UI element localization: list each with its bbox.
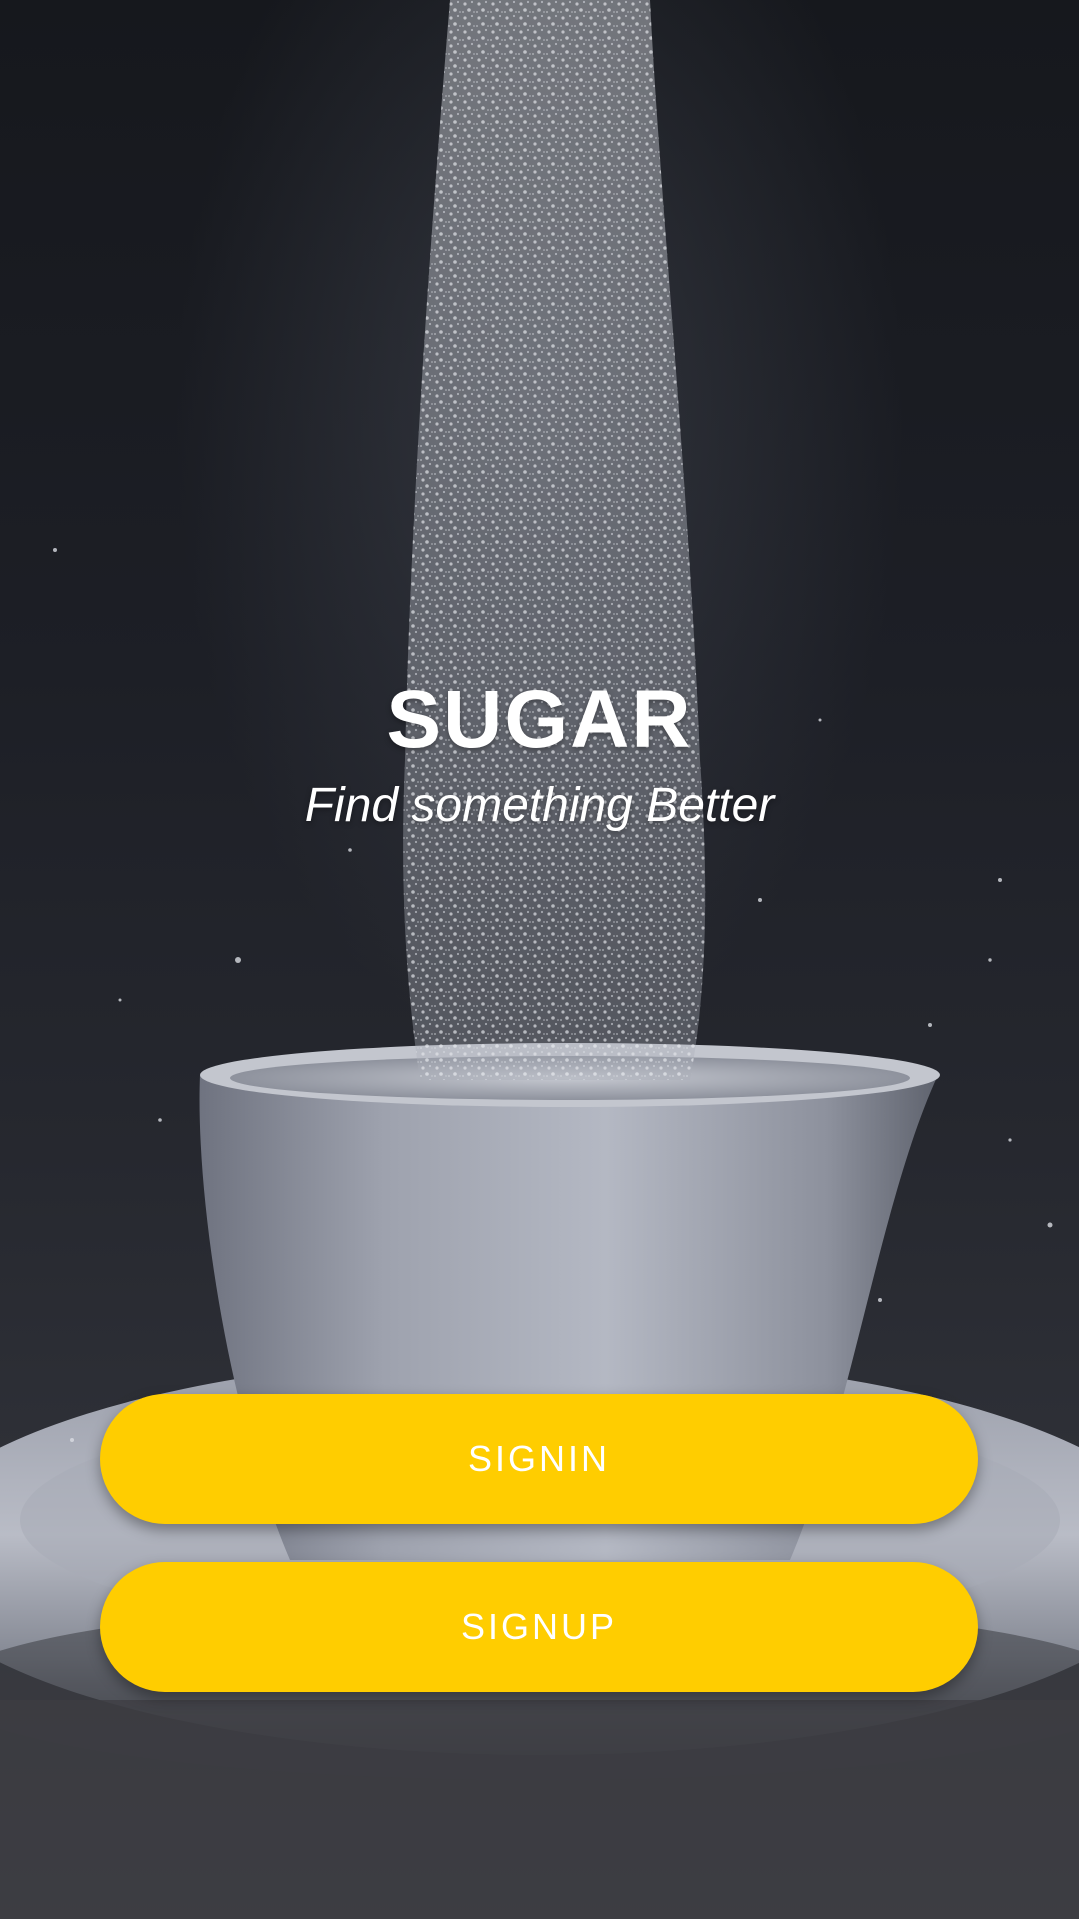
app-tagline: Find something Better [304, 779, 775, 832]
signin-button[interactable]: SIGNIN [100, 1394, 978, 1524]
app-title: SUGAR [386, 674, 693, 765]
brand-block: SUGAR Find something Better [0, 670, 1079, 838]
signup-button-label: SIGNUP [460, 1606, 618, 1647]
signup-button[interactable]: SIGNUP [100, 1562, 978, 1692]
signin-button-label: SIGNIN [467, 1438, 610, 1479]
splash-screen: SUGAR Find something Better SIGNIN SIGNU… [0, 0, 1079, 1919]
